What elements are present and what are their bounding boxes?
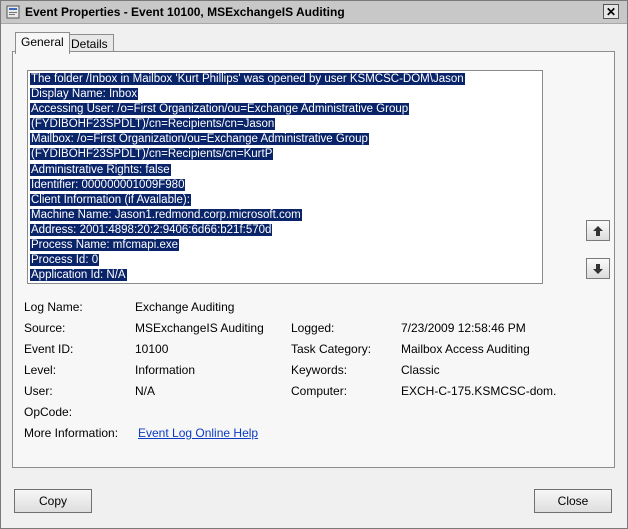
task-category-label: Task Category: <box>291 342 372 356</box>
close-button[interactable]: Close <box>534 489 612 513</box>
opcode-label: OpCode: <box>24 405 73 419</box>
description-line: Administrative Rights: false <box>30 163 171 176</box>
user-value: N/A <box>135 384 156 398</box>
description-line: The folder /Inbox in Mailbox 'Kurt Phill… <box>30 73 465 85</box>
arrow-up-icon <box>593 226 603 236</box>
user-label: User: <box>24 384 53 398</box>
close-icon[interactable]: ✕ <box>603 4 619 19</box>
level-label: Level: <box>24 363 57 377</box>
description-line: Client Information (if Available): <box>30 193 191 206</box>
more-information-label: More Information: <box>24 426 119 440</box>
description-line: Process Name: mfcmapi.exe <box>30 239 179 252</box>
log-name-label: Log Name: <box>24 300 83 314</box>
description-line: Process Id: 0 <box>30 254 100 267</box>
description-line: Address: 2001:4898:20:2:9406:6d66:b21f:5… <box>30 223 273 236</box>
description-line: Identifier: 000000001009F980 <box>30 178 186 191</box>
description-line: (FYDIBOHF23SPDLT)/cn=Recipients/cn=Jason <box>30 118 276 131</box>
description-line: Application Id: N/A <box>30 269 127 282</box>
tab-general[interactable]: General <box>15 32 70 54</box>
computer-value: EXCH-C-175.KSMCSC-dom. <box>401 384 557 398</box>
description-line: (FYDIBOHF23SPDLT)/cn=Recipients/cn=KurtP <box>30 148 274 161</box>
keywords-label: Keywords: <box>291 363 348 377</box>
window-title: Event Properties - Event 10100, MSExchan… <box>25 5 345 19</box>
event-id-label: Event ID: <box>24 342 74 356</box>
description-line: Display Name: Inbox <box>30 88 139 101</box>
event-viewer-icon <box>6 5 20 19</box>
event-id-value: 10100 <box>135 342 169 356</box>
source-value: MSExchangeIS Auditing <box>135 321 264 335</box>
source-label: Source: <box>24 321 66 335</box>
description-line: Accessing User: /o=First Organization/ou… <box>30 103 410 116</box>
level-value: Information <box>135 363 196 377</box>
task-category-value: Mailbox Access Auditing <box>401 342 530 356</box>
copy-button[interactable]: Copy <box>14 489 92 513</box>
logged-value: 7/23/2009 12:58:46 PM <box>401 321 526 335</box>
previous-event-button[interactable] <box>586 220 610 241</box>
description-line: Machine Name: Jason1.redmond.corp.micros… <box>30 208 302 221</box>
description-line: Mailbox: /o=First Organization/ou=Exchan… <box>30 133 369 146</box>
title-bar[interactable]: Event Properties - Event 10100, MSExchan… <box>1 1 627 24</box>
logged-label: Logged: <box>291 321 335 335</box>
arrow-down-icon <box>593 264 603 274</box>
event-properties-window: Event Properties - Event 10100, MSExchan… <box>0 0 628 529</box>
event-log-online-help-link[interactable]: Event Log Online Help <box>138 426 258 440</box>
computer-label: Computer: <box>291 384 348 398</box>
keywords-value: Classic <box>401 363 440 377</box>
log-name-value: Exchange Auditing <box>135 300 235 314</box>
next-event-button[interactable] <box>586 258 610 279</box>
event-description-textbox[interactable]: The folder /Inbox in Mailbox 'Kurt Phill… <box>27 70 543 284</box>
